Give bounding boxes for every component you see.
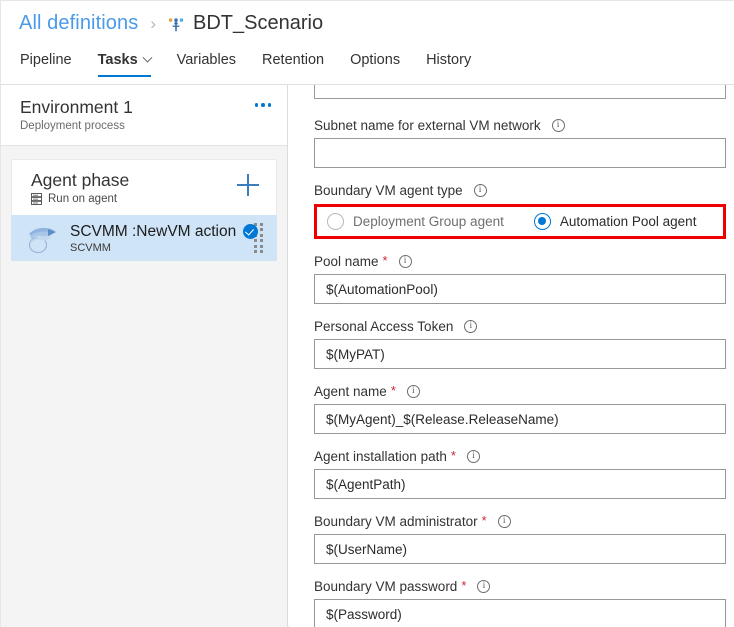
tab-history-label: History (426, 52, 472, 68)
field-personal-access-token: Personal Access Token (314, 319, 726, 369)
environment-card[interactable]: Environment 1 Deployment process (1, 85, 287, 146)
release-definition-editor: All definitions › BDT_Scenario Pipeline … (0, 0, 734, 627)
field-subnet-name-label: Subnet name for external VM network (314, 118, 541, 133)
field-agent-path-label-row: Agent installation path * (314, 449, 726, 464)
required-marker: * (481, 513, 487, 528)
field-vm-admin-label-row: Boundary VM administrator * (314, 514, 726, 529)
plus-icon[interactable] (237, 174, 259, 196)
task-list-item-scvmm[interactable]: SCVMM :NewVM action SCVMM (11, 215, 277, 261)
task-tree-panel: Environment 1 Deployment process Agent p… (1, 85, 288, 627)
task-item-title: SCVMM :NewVM action (70, 222, 237, 240)
info-icon[interactable] (477, 580, 491, 593)
field-pool-name-label: Pool name (314, 254, 379, 269)
field-pool-name-label-row: Pool name * (314, 254, 726, 269)
field-subnet-name-label-row: Subnet name for external VM network (314, 118, 726, 133)
tab-options[interactable]: Options (350, 46, 400, 79)
field-agent-name-label-row: Agent name * (314, 384, 726, 399)
boundary-vm-administrator-input[interactable] (314, 534, 726, 564)
tab-retention-label: Retention (262, 52, 325, 68)
tab-bar: Pipeline Tasks Variables Retention Optio… (1, 46, 734, 84)
ellipsis-icon[interactable] (254, 103, 271, 107)
required-marker: * (461, 578, 467, 593)
field-agent-installation-path: Agent installation path * (314, 449, 726, 499)
tab-variables[interactable]: Variables (177, 46, 236, 79)
field-subnet-name: Subnet name for external VM network (314, 118, 726, 168)
info-icon[interactable] (551, 119, 565, 132)
editor-content: Environment 1 Deployment process Agent p… (1, 84, 734, 627)
agent-type-radio-group-highlight: Deployment Group agent Automation Pool a… (314, 204, 726, 239)
subnet-name-input[interactable] (314, 138, 726, 168)
task-item-subtitle: SCVMM (70, 241, 111, 254)
environment-subtitle: Deployment process (20, 120, 125, 132)
required-marker: * (382, 253, 388, 268)
required-marker: * (390, 383, 396, 398)
radio-automation-pool-agent-label: Automation Pool agent (559, 214, 697, 229)
agent-phase-subtitle: Run on agent (48, 193, 118, 205)
field-boundary-vm-agent-type: Boundary VM agent type Deployment Group … (314, 183, 726, 239)
field-boundary-vm-administrator: Boundary VM administrator * (314, 514, 726, 564)
field-agent-path-label: Agent installation path (314, 449, 447, 464)
field-pat-label-row: Personal Access Token (314, 319, 726, 334)
server-icon (31, 193, 42, 205)
radio-checked-icon (533, 213, 551, 230)
chevron-down-icon (142, 52, 153, 63)
field-agent-type-label-row: Boundary VM agent type (314, 183, 726, 198)
task-settings-panel: Subnet name for external VM network Boun… (289, 85, 734, 627)
field-pat-label: Personal Access Token (314, 319, 454, 334)
agent-phase-card[interactable]: Agent phase Run on agent (11, 159, 277, 215)
partial-text-input[interactable] (314, 85, 726, 99)
tab-options-label: Options (350, 52, 401, 68)
task-item-title-row: SCVMM :NewVM action (70, 222, 259, 241)
breadcrumb: All definitions › BDT_Scenario (1, 1, 734, 46)
field-agent-name-label: Agent name (314, 384, 387, 399)
breadcrumb-separator: › (150, 13, 157, 33)
task-settings-form: Subnet name for external VM network Boun… (289, 85, 734, 627)
personal-access-token-input[interactable] (314, 339, 726, 369)
info-icon[interactable] (398, 255, 412, 268)
info-icon[interactable] (406, 385, 420, 398)
field-vm-password-label-row: Boundary VM password * (314, 579, 726, 594)
field-agent-name: Agent name * (314, 384, 726, 434)
radio-deployment-group-agent[interactable]: Deployment Group agent (327, 213, 504, 230)
field-agent-type-label: Boundary VM agent type (314, 183, 463, 198)
agent-installation-path-input[interactable] (314, 469, 726, 499)
partial-field-above (314, 85, 726, 103)
scvmm-icon (28, 227, 56, 254)
environment-title: Environment 1 (20, 97, 133, 117)
radio-unchecked-icon (327, 213, 344, 230)
info-icon[interactable] (473, 184, 487, 197)
panel-spacer (1, 146, 287, 159)
agent-name-input[interactable] (314, 404, 726, 434)
required-marker: * (450, 448, 456, 463)
radio-deployment-group-agent-label: Deployment Group agent (353, 214, 504, 229)
field-vm-password-label: Boundary VM password (314, 579, 458, 594)
tab-variables-label: Variables (176, 52, 237, 68)
radio-automation-pool-agent[interactable]: Automation Pool agent (533, 213, 697, 230)
info-icon[interactable] (464, 320, 478, 333)
field-vm-admin-label: Boundary VM administrator (314, 514, 478, 529)
task-item-text: SCVMM :NewVM action SCVMM (70, 222, 259, 254)
info-icon[interactable] (466, 450, 480, 463)
field-boundary-vm-password: Boundary VM password * (314, 579, 726, 627)
tab-tasks-label: Tasks (97, 52, 138, 68)
agent-phase-title: Agent phase (31, 170, 130, 190)
tab-history[interactable]: History (426, 46, 471, 79)
tab-retention[interactable]: Retention (262, 46, 324, 79)
release-definition-icon (169, 18, 184, 31)
breadcrumb-all-definitions-link[interactable]: All definitions (19, 12, 138, 35)
field-pool-name: Pool name * (314, 254, 726, 304)
pool-name-input[interactable] (314, 274, 726, 304)
tab-tasks[interactable]: Tasks (97, 46, 153, 79)
info-icon[interactable] (497, 515, 511, 528)
agent-phase-subtitle-row: Run on agent (31, 193, 264, 205)
tab-pipeline[interactable]: Pipeline (20, 46, 72, 79)
breadcrumb-current-title: BDT_Scenario (193, 12, 324, 34)
boundary-vm-password-input[interactable] (314, 599, 726, 627)
tab-pipeline-label: Pipeline (20, 52, 72, 68)
